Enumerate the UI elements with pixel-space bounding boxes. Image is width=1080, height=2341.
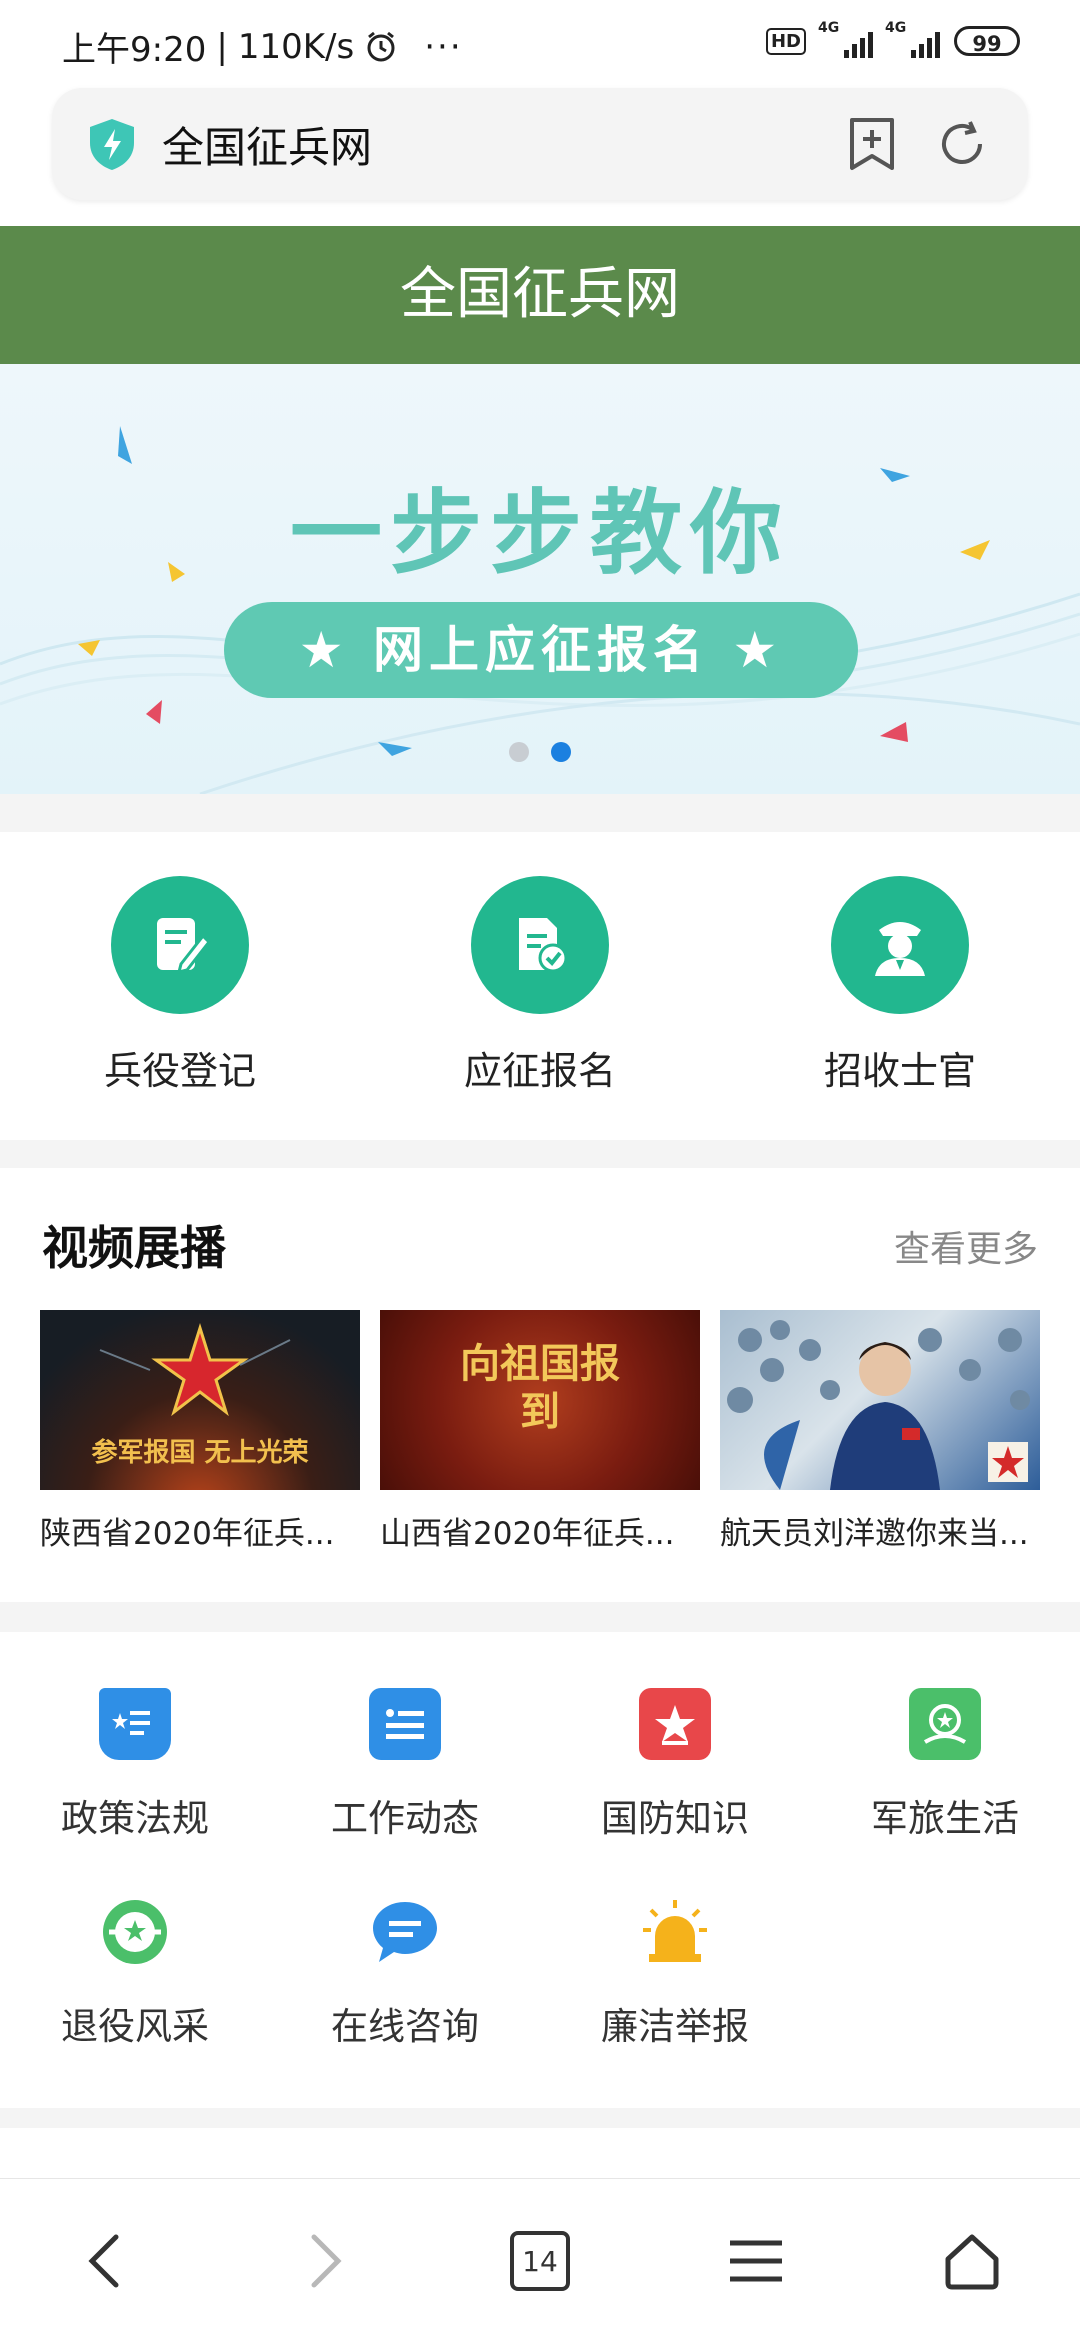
carousel-dot[interactable] — [509, 742, 529, 762]
grid-label: 在线咨询 — [331, 2005, 479, 2048]
home-button[interactable] — [932, 2221, 1012, 2301]
battery-icon: 99 — [954, 26, 1020, 56]
chat-bubble-icon — [369, 1896, 441, 1968]
tabs-count: 14 — [522, 2244, 558, 2278]
service-enlistment-signup[interactable]: 应征报名 — [360, 876, 720, 1095]
alarm-icon — [367, 31, 395, 61]
view-more-link[interactable]: 查看更多 — [894, 1220, 1038, 1272]
refresh-icon[interactable] — [936, 118, 988, 170]
grid-item-work-news[interactable]: 工作动态 — [270, 1688, 540, 1842]
video-item[interactable]: 参军报国 无上光荣 陕西省2020年征兵... — [40, 1310, 360, 1553]
status-bar: 上午9:20 | 110K/s ··· HD 4G 4G 99 — [0, 0, 1080, 88]
video-caption: 陕西省2020年征兵... — [40, 1516, 335, 1552]
video-thumbnail — [720, 1310, 1040, 1490]
carousel-indicator — [0, 742, 1080, 762]
form-edit-icon — [111, 876, 249, 1014]
menu-button[interactable] — [716, 2221, 796, 2301]
video-item[interactable]: 航天员刘洋邀你来当... — [720, 1310, 1040, 1553]
site-header: 全国征兵网 — [0, 226, 1080, 364]
category-grid: 政策法规 工作动态 国防知识 军旅生活 退役风采 在线咨询 廉洁举报 — [0, 1632, 1080, 2108]
video-thumbnail: 参军报国 无上光荣 — [40, 1310, 360, 1490]
grid-label: 廉洁举报 — [601, 2005, 749, 2048]
chevron-left-icon — [88, 2234, 119, 2288]
grid-label: 国防知识 — [601, 1797, 749, 1840]
browser-bottom-nav: 14 — [0, 2178, 1080, 2341]
service-label: 应征报名 — [463, 1049, 616, 1093]
grid-item-online-consult[interactable]: 在线咨询 — [270, 1896, 540, 2050]
grid-item-veteran[interactable]: 退役风采 — [0, 1896, 270, 2050]
document-check-icon — [471, 876, 609, 1014]
network-speed: 110K/s — [237, 26, 355, 67]
status-left: 上午9:20 | 110K/s ··· — [62, 22, 463, 71]
defense-star-icon — [639, 1688, 711, 1760]
grid-label: 退役风采 — [61, 2005, 209, 2048]
chevron-right-icon — [311, 2234, 342, 2288]
status-right: HD 4G 4G 99 — [765, 20, 1020, 58]
service-card: 兵役登记 应征报名 招收士官 — [0, 832, 1080, 1140]
signal-icon: 4G — [885, 20, 940, 58]
service-nco-recruit[interactable]: 招收士官 — [720, 876, 1080, 1095]
military-life-icon — [909, 1688, 981, 1760]
news-list-icon — [369, 1688, 441, 1760]
video-section: 视频展播 查看更多 参军报国 无上光荣 陕西省2020年征兵... 向祖国报到 … — [0, 1168, 1080, 1602]
thumbnail-text: 参军报国 无上光荣 — [91, 1438, 309, 1468]
tabs-button[interactable]: 14 — [500, 2221, 580, 2301]
hamburger-menu-icon — [730, 2240, 782, 2282]
service-label: 招收士官 — [823, 1049, 976, 1093]
grid-item-integrity-report[interactable]: 廉洁举报 — [540, 1896, 810, 2050]
more-notifications-icon: ··· — [424, 26, 463, 67]
banner-pill: ★ 网上应征报名 ★ — [224, 602, 858, 698]
signal-icon: 4G — [818, 20, 873, 58]
astronaut-thumbnail-image — [727, 1320, 1030, 1490]
back-button[interactable] — [64, 2221, 144, 2301]
tabs-count-icon: 14 — [510, 2231, 570, 2291]
hd-badge: HD — [765, 27, 806, 55]
address-text[interactable]: 全国征兵网 — [162, 114, 372, 175]
grid-label: 政策法规 — [61, 1797, 209, 1840]
video-caption: 航天员刘洋邀你来当... — [720, 1516, 1029, 1552]
browser-toolbar: 全国征兵网 — [0, 88, 1080, 226]
bookmark-add-icon[interactable] — [846, 116, 898, 172]
policy-book-icon — [99, 1688, 171, 1760]
service-label: 兵役登记 — [103, 1049, 256, 1093]
officer-icon — [831, 876, 969, 1014]
grid-item-policy[interactable]: 政策法规 — [0, 1688, 270, 1842]
service-military-registration[interactable]: 兵役登记 — [0, 876, 360, 1095]
promo-banner[interactable]: 一步步教你 ★ 网上应征报名 ★ — [0, 364, 1080, 794]
status-time: 上午9:20 — [62, 30, 207, 70]
alarm-light-icon — [639, 1896, 711, 1968]
video-section-title: 视频展播 — [42, 1221, 226, 1275]
banner-headline: 一步步教你 — [289, 480, 790, 587]
forward-button[interactable] — [286, 2221, 366, 2301]
grid-label: 军旅生活 — [871, 1797, 1019, 1840]
carousel-dot-active[interactable] — [551, 742, 571, 762]
home-icon — [945, 2234, 999, 2290]
address-bar[interactable]: 全国征兵网 — [52, 88, 1028, 200]
next-section-edge — [0, 2128, 1080, 2178]
security-shield-icon — [90, 119, 134, 170]
grid-item-military-life[interactable]: 军旅生活 — [810, 1688, 1080, 1842]
video-item[interactable]: 向祖国报到 山西省2020年征兵... — [380, 1310, 700, 1553]
thumbnail-text: 向祖国报到 — [460, 1341, 620, 1435]
video-caption: 山西省2020年征兵... — [380, 1516, 675, 1552]
grid-item-defense-knowledge[interactable]: 国防知识 — [540, 1688, 810, 1842]
grid-label: 工作动态 — [331, 1797, 479, 1840]
video-thumbnail: 向祖国报到 — [380, 1310, 700, 1490]
veteran-badge-icon — [99, 1896, 171, 1968]
